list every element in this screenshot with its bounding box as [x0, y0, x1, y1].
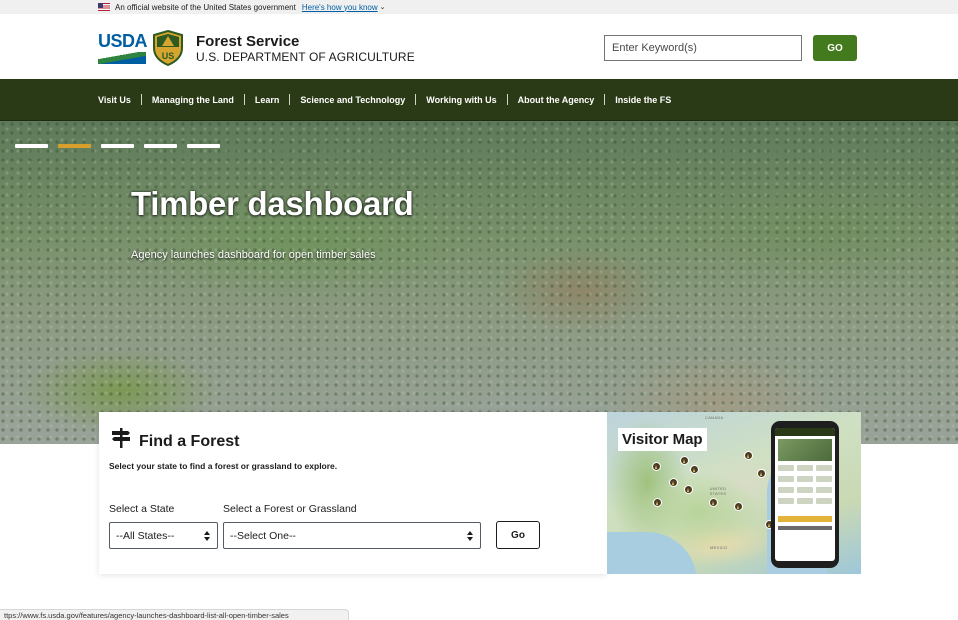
map-pin-icon: [680, 456, 689, 465]
nav-item-learn[interactable]: Learn: [255, 95, 280, 105]
nav-item-about-the-agency[interactable]: About the Agency: [518, 95, 595, 105]
state-select[interactable]: --All States--: [109, 522, 218, 549]
state-select-value: --All States--: [116, 529, 175, 542]
find-forest-go-button[interactable]: Go: [496, 521, 540, 549]
visitor-map-promo[interactable]: CANADA UNITED STATES MEXICO Visitor Map: [607, 412, 861, 574]
nav-item-visit-us[interactable]: Visit Us: [98, 95, 131, 105]
map-label-canada: CANADA: [705, 415, 724, 420]
nav-item-inside-the-fs[interactable]: Inside the FS: [615, 95, 671, 105]
carousel-indicator-active[interactable]: [58, 144, 91, 148]
shield-text: US: [162, 51, 175, 61]
site-header: USDA US Forest Service U.S. DEPARTMENT O…: [0, 14, 958, 79]
phone-icon-grid: [778, 465, 832, 504]
signpost-icon: [112, 428, 130, 448]
visitor-map-title: Visitor Map: [618, 428, 707, 451]
map-label-us: UNITED STATES: [709, 486, 727, 496]
phone-screen: [775, 428, 835, 561]
map-pin-icon: [734, 502, 743, 511]
map-water: [607, 532, 697, 574]
sort-arrows-icon: [204, 531, 210, 541]
gov-banner: An official website of the United States…: [0, 0, 958, 14]
nav-divider: [140, 94, 142, 105]
phone-footer: [778, 526, 832, 530]
nav-item-working-with-us[interactable]: Working with Us: [426, 95, 496, 105]
search-input[interactable]: [604, 35, 802, 61]
map-pin-icon: [652, 462, 661, 471]
nav-divider: [289, 94, 291, 105]
map-pin-icon: [744, 451, 753, 460]
carousel-indicator[interactable]: [187, 144, 220, 148]
forest-select-label: Select a Forest or Grassland: [223, 503, 357, 515]
nav-divider: [243, 94, 245, 105]
department-name[interactable]: U.S. DEPARTMENT OF AGRICULTURE: [196, 50, 415, 64]
nav-divider: [506, 94, 508, 105]
phone-button: [778, 516, 832, 522]
forest-select-value: --Select One--: [230, 529, 296, 542]
map-label-mexico: MEXICO: [710, 545, 728, 550]
nav-divider: [415, 94, 417, 105]
phone-photo: [778, 439, 832, 461]
sort-arrows-icon: [467, 531, 473, 541]
hero-title: Timber dashboard: [131, 185, 414, 222]
search-go-button[interactable]: GO: [813, 35, 857, 61]
main-nav: Visit Us Managing the Land Learn Science…: [0, 79, 958, 121]
mobile-app-phone: [771, 421, 839, 568]
usda-swoosh: [98, 52, 146, 64]
hero-carousel[interactable]: Timber dashboard Agency launches dashboa…: [0, 121, 958, 444]
find-a-forest-title: Find a Forest: [139, 433, 240, 450]
find-a-forest-card: Find a Forest Select your state to find …: [99, 412, 607, 574]
status-bar-url: ttps://www.fs.usda.gov/features/agency-l…: [0, 609, 349, 620]
agency-name[interactable]: Forest Service: [196, 33, 299, 50]
map-pin-icon: [653, 498, 662, 507]
map-pin-icon: [669, 478, 678, 487]
hero-subtitle-link[interactable]: Agency launches dashboard for open timbe…: [131, 249, 376, 261]
heres-how-you-know-link[interactable]: Here's how you know: [302, 3, 378, 12]
nav-item-managing-the-land[interactable]: Managing the Land: [152, 95, 234, 105]
gov-banner-text: An official website of the United States…: [115, 2, 296, 12]
map-pin-icon: [690, 465, 699, 474]
nav-divider: [604, 94, 606, 105]
nav-item-science-and-technology[interactable]: Science and Technology: [300, 95, 405, 105]
carousel-indicator[interactable]: [15, 144, 48, 148]
usda-logo-text: USDA: [98, 31, 148, 51]
find-a-forest-description: Select your state to find a forest or gr…: [109, 461, 338, 471]
forest-service-shield-icon[interactable]: US: [152, 30, 184, 66]
carousel-indicator[interactable]: [101, 144, 134, 148]
us-flag-icon: [98, 3, 110, 11]
map-pin-icon: [684, 485, 693, 494]
chevron-down-icon[interactable]: ⌄: [380, 3, 386, 11]
carousel-indicators: [15, 144, 220, 148]
usda-logo[interactable]: USDA: [98, 31, 148, 64]
carousel-indicator[interactable]: [144, 144, 177, 148]
phone-app-bar: [775, 428, 835, 436]
forest-select[interactable]: --Select One--: [223, 522, 481, 549]
map-pin-icon: [709, 498, 718, 507]
map-pin-icon: [757, 469, 766, 478]
state-select-label: Select a State: [109, 503, 175, 515]
